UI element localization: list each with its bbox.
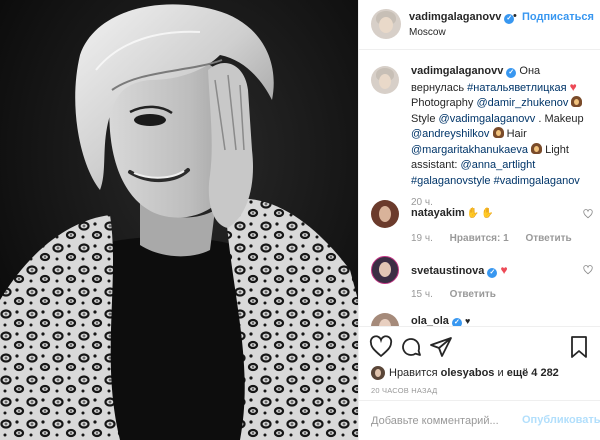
comment-text: ola_ola ✓ ♥ — [411, 315, 470, 326]
comment-time: 15 ч. — [411, 289, 433, 300]
post-caption: vadimgalaganovv ✓ Она вернулась #натальяв… — [371, 64, 593, 208]
hashtag-link[interactable]: #vadimgalaganov — [494, 175, 580, 187]
caption-style-word: Style — [411, 112, 436, 125]
comment-input[interactable] — [371, 412, 511, 430]
comment-text: svetaustinova ✓ ♥ — [411, 263, 508, 278]
add-comment-bar: Опубликовать — [359, 400, 600, 440]
like-heart-icon[interactable] — [369, 335, 393, 359]
post-timestamp[interactable]: 20 часов назад — [371, 386, 437, 395]
post-location[interactable]: Moscow — [409, 27, 446, 38]
commenter-username[interactable]: natayakim — [411, 207, 465, 219]
verified-badge-icon: ✓ — [451, 318, 462, 326]
comment-bubble-icon[interactable] — [399, 335, 423, 359]
comments-list[interactable]: vadimgalaganovv ✓ Она вернулась #натальяв… — [359, 50, 600, 326]
follow-button[interactable]: Подписаться — [522, 11, 594, 23]
share-icon[interactable] — [429, 335, 453, 359]
liker-avatar[interactable] — [371, 366, 385, 380]
instagram-post: vadimgalaganovv ✓ • Подписаться Moscow va… — [0, 0, 600, 440]
heart-emoji-icon: ♥ — [500, 263, 508, 277]
caption-makeup-word: . Makeup — [538, 112, 584, 125]
publish-button[interactable]: Опубликовать — [522, 414, 600, 426]
verified-badge-icon: ✓ — [487, 268, 498, 278]
hairdresser-emoji-icon — [531, 142, 543, 154]
commenter-username[interactable]: ola_ola ✓ — [411, 315, 462, 326]
commenter-avatar[interactable] — [371, 200, 399, 228]
author-avatar[interactable] — [371, 9, 401, 39]
mention-stylist[interactable]: @vadimgalaganovv — [439, 113, 536, 125]
comment-like-heart-icon[interactable] — [583, 265, 593, 275]
separator-dot: • — [513, 10, 517, 22]
commenter-avatar[interactable] — [371, 313, 399, 326]
raised-hands-emoji-icon: ✋ — [466, 208, 480, 219]
mention-light[interactable]: @anna_artlight — [461, 159, 536, 171]
heart-emoji-icon: ♥ — [464, 316, 471, 326]
bookmark-icon[interactable] — [567, 335, 591, 359]
author-username[interactable]: vadimgalaganovv ✓ — [409, 11, 515, 24]
caption-author-avatar[interactable] — [371, 66, 399, 94]
likes-count-link[interactable]: ещё 4 282 — [507, 367, 559, 379]
caption-photo-word: Photography — [411, 97, 474, 109]
post-photo[interactable] — [0, 0, 358, 440]
hashtag-link[interactable]: #galaganovstyle — [411, 175, 491, 187]
post-side-panel: vadimgalaganovv ✓ • Подписаться Moscow va… — [358, 0, 600, 440]
hairdresser-emoji-icon — [492, 127, 504, 138]
likes-text: Нравится olesyabos и ещё 4 282 — [389, 367, 559, 379]
reply-button[interactable]: Ответить — [525, 233, 571, 244]
post-header: vadimgalaganovv ✓ • Подписаться Moscow — [359, 0, 600, 50]
heart-emoji-icon: ♥ — [569, 79, 577, 94]
action-bar — [359, 326, 600, 368]
comment-likes-count[interactable]: Нравится: 1 — [450, 233, 509, 244]
hairdresser-emoji-icon — [571, 96, 583, 107]
comment-meta: 15 ч. Ответить — [411, 289, 510, 300]
caption-text: vadimgalaganovv ✓ Она вернулась #натальяв… — [411, 64, 593, 189]
reply-button[interactable]: Ответить — [450, 289, 496, 300]
caption-author[interactable]: vadimgalaganovv ✓ — [411, 65, 517, 78]
comment-like-heart-icon[interactable] — [583, 209, 593, 219]
comment-time: 19 ч. — [411, 233, 433, 244]
verified-badge-icon: ✓ — [506, 68, 517, 78]
likes-summary: Нравится olesyabos и ещё 4 282 — [371, 366, 597, 380]
liker-username[interactable]: olesyabos — [441, 367, 495, 379]
mention-hair[interactable]: @margaritakhanukaeva — [411, 144, 528, 156]
commenter-username[interactable]: svetaustinova ✓ — [411, 265, 498, 278]
mention-photographer[interactable]: @damir_zhukenov — [476, 97, 568, 109]
portrait-image — [0, 0, 358, 440]
comment-text: natayakim ✋ ✋ — [411, 207, 494, 219]
raised-hands-emoji-icon: ✋ — [481, 208, 494, 219]
commenter-avatar[interactable] — [371, 256, 399, 284]
comment-meta: 19 ч. Нравится: 1 Ответить — [411, 233, 586, 244]
caption-hair-word: Hair — [506, 128, 527, 140]
hashtag-link[interactable]: #натальяветлицкая — [467, 82, 566, 94]
mention-makeup[interactable]: @andreyshilkov — [411, 128, 489, 140]
